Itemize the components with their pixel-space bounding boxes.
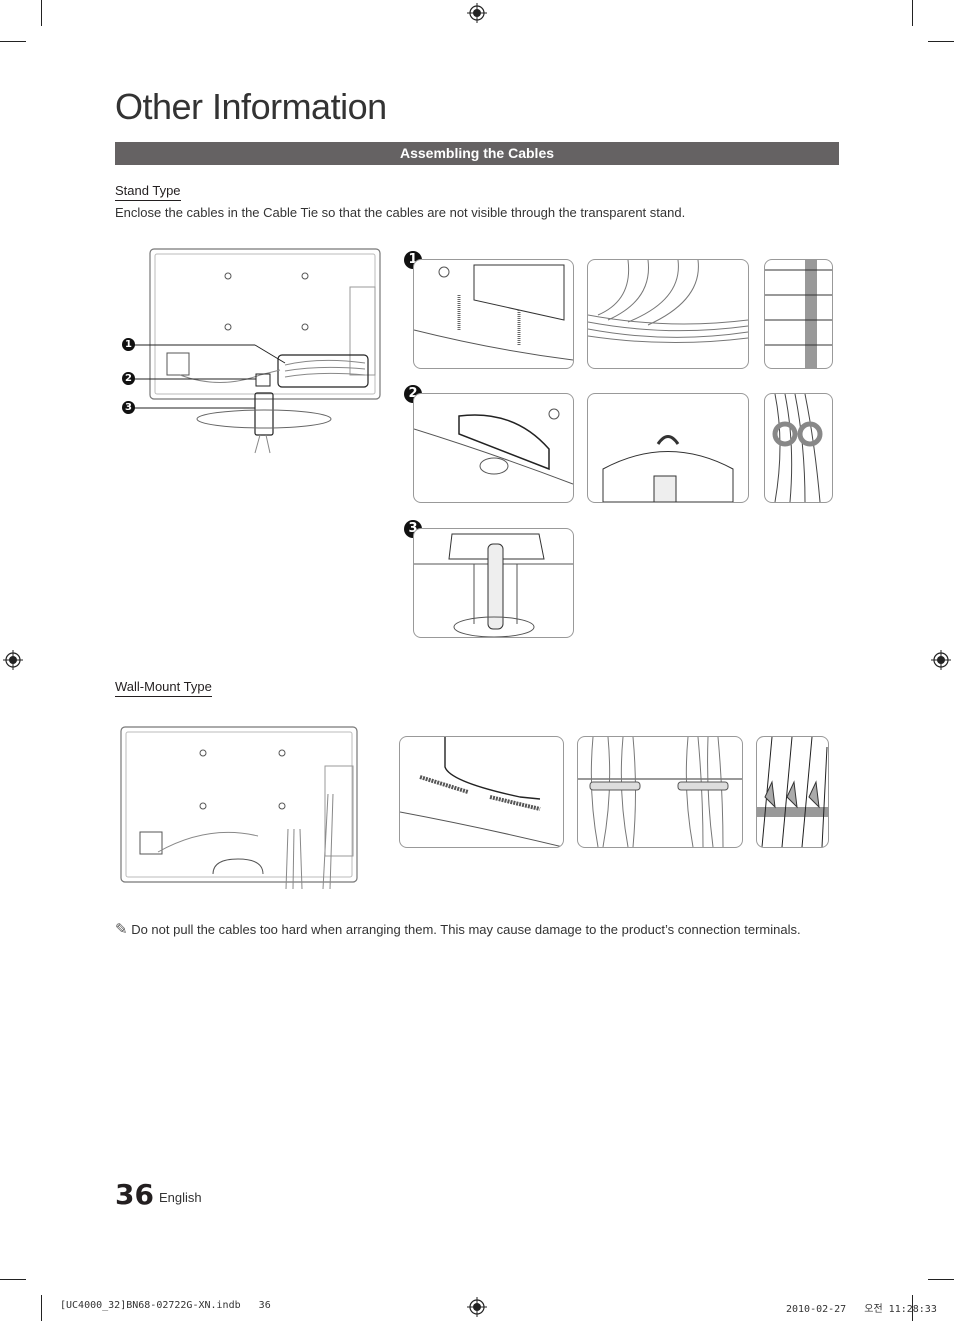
step-2-panel-b — [587, 393, 749, 503]
step-2-panel-a — [413, 393, 574, 503]
wall-mount-panel-b — [577, 736, 743, 848]
section-header: Assembling the Cables — [115, 142, 839, 165]
print-slug-right: 2010-02-27 오전 11:28:33 — [786, 1304, 937, 1315]
crop-mark — [0, 1279, 26, 1280]
step-2-panel-c — [764, 393, 833, 503]
page-language: English — [159, 1190, 202, 1205]
crop-mark — [41, 1295, 42, 1321]
stand-type-description: Enclose the cables in the Cable Tie so t… — [115, 205, 686, 220]
registration-mark-icon — [931, 650, 951, 670]
stand-type-heading: Stand Type — [115, 183, 181, 201]
page-title: Other Information — [115, 86, 387, 127]
page-number: 36 — [115, 1178, 154, 1211]
callout-3: 3 — [122, 401, 135, 414]
callout-2: 2 — [122, 372, 135, 385]
tv-rear-wall-mount-illustration — [120, 726, 358, 890]
step-3-panel — [413, 528, 574, 638]
crop-mark — [928, 41, 954, 42]
registration-mark-icon — [467, 1297, 487, 1317]
crop-mark — [928, 1279, 954, 1280]
wall-mount-panel-c — [756, 736, 829, 848]
crop-mark — [0, 41, 26, 42]
print-slug-left: [UC4000_32]BN68-02722G-XN.indb 36 — [60, 1300, 271, 1311]
pencil-note-icon: ✎ — [115, 921, 128, 938]
wall-mount-type-heading: Wall-Mount Type — [115, 679, 212, 697]
registration-mark-icon — [467, 3, 487, 23]
note-text: Do not pull the cables too hard when arr… — [131, 922, 801, 937]
tv-rear-stand-illustration — [130, 248, 381, 454]
step-1-panel-b — [587, 259, 749, 369]
wall-mount-panel-a — [399, 736, 564, 848]
caution-note: ✎ Do not pull the cables too hard when a… — [115, 920, 801, 938]
callout-1: 1 — [122, 338, 135, 351]
step-1-panel-c — [764, 259, 833, 369]
registration-mark-icon — [3, 650, 23, 670]
step-1-panel-a — [413, 259, 574, 369]
crop-mark — [912, 0, 913, 26]
crop-mark — [41, 0, 42, 26]
